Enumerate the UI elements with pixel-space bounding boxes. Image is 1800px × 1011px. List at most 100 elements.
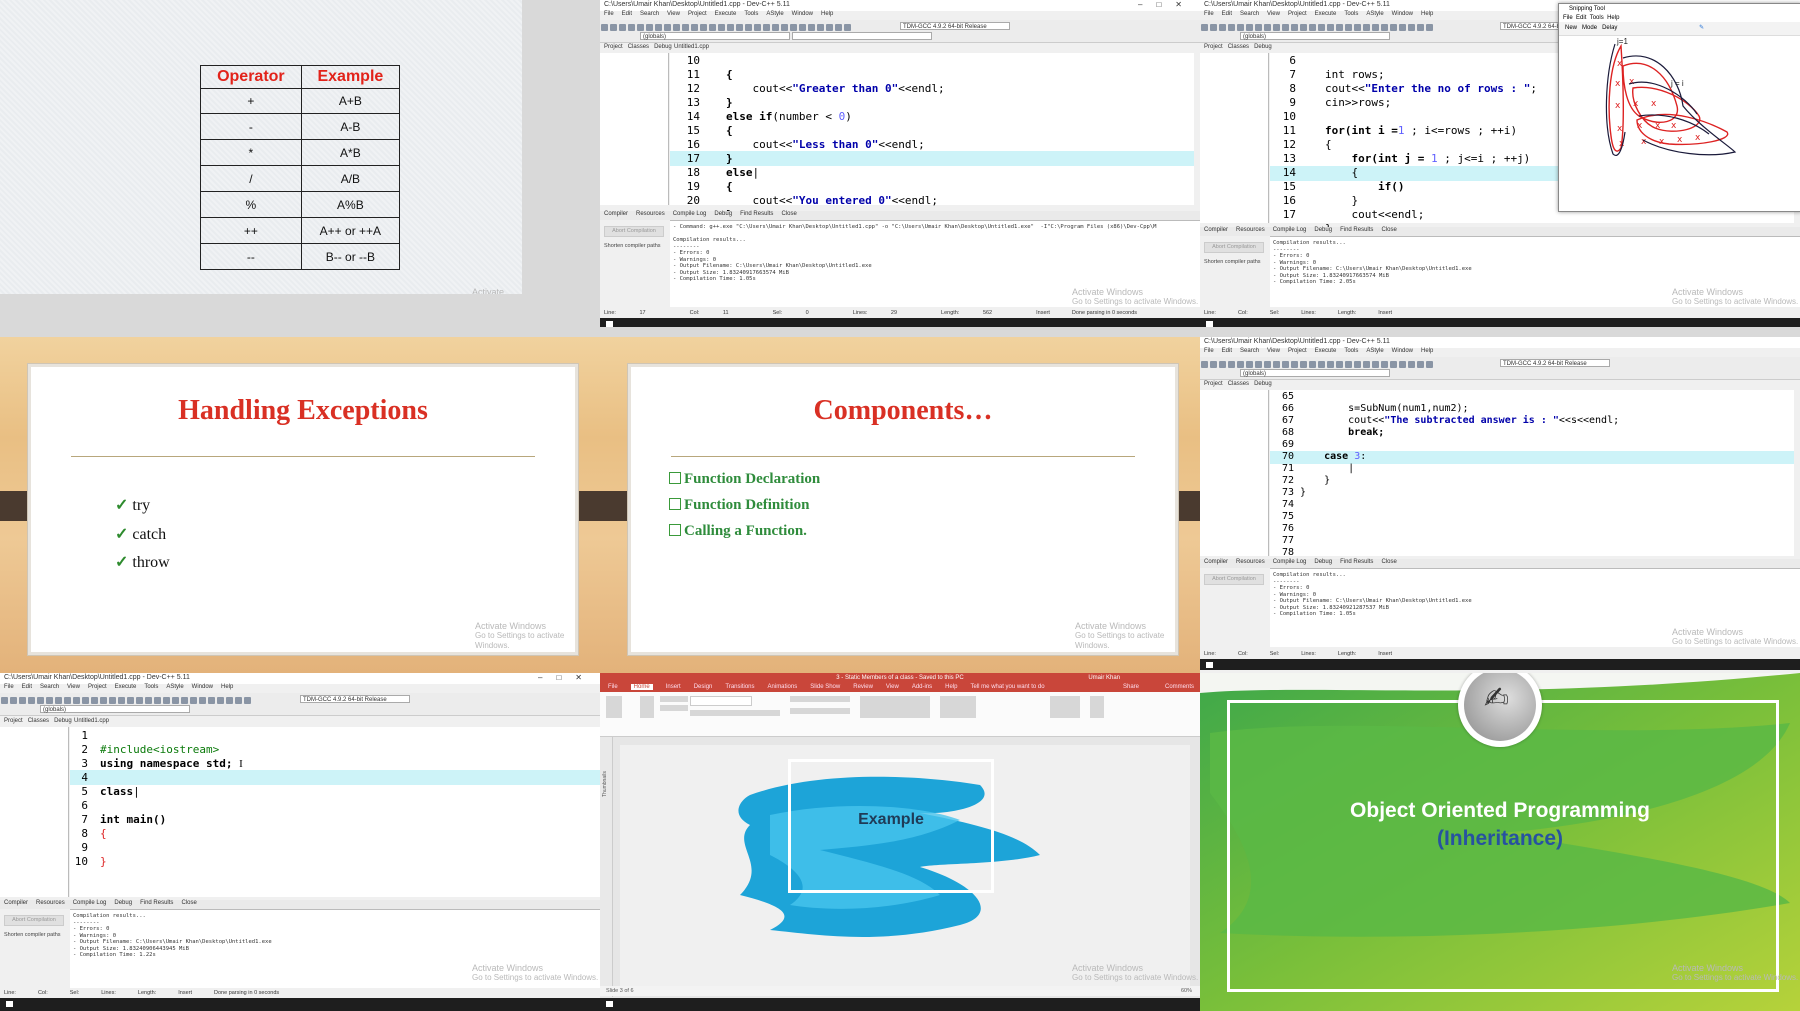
compiler-select[interactable]: TDM-GCC 4.9.2 64-bit Release [300,695,410,703]
menu-astyle[interactable]: AStyle [766,11,783,17]
tab-project[interactable]: Project [1204,381,1223,387]
ribbon-tab-review[interactable]: Review [853,684,873,690]
abort-button[interactable]: Abort Compilation [4,915,64,926]
menu-tools[interactable]: Tools [1344,11,1358,17]
menu-project[interactable]: Project [88,684,107,690]
ribbon-tab-view[interactable]: View [886,684,899,690]
windows-start-icon[interactable] [1206,321,1213,327]
code-editor[interactable]: 1 2 3 4 5 6 7 8 9 10 #include<iostream> using name… [70,727,600,897]
snip-menu-help[interactable]: Help [1607,15,1619,21]
tab-resources[interactable]: Resources [36,900,65,906]
tab-debug[interactable]: Debug [654,44,672,50]
menu-tools[interactable]: Tools [144,684,158,690]
menu-help[interactable]: Help [821,11,833,17]
tab-project[interactable]: Project [604,44,623,50]
tab-find-results[interactable]: Find Results [140,900,173,906]
tab-debug[interactable]: Debug [1254,44,1272,50]
snipping-tool-window[interactable]: Snipping Tool File Edit Tools Help New M… [1558,3,1800,212]
tab-compile-log[interactable]: Compile Log [673,211,707,217]
menu-astyle[interactable]: AStyle [166,684,183,690]
ribbon-tab-addins[interactable]: Add-ins [912,684,932,690]
compiler-select[interactable]: TDM-GCC 4.9.2 64-bit Release [900,22,1010,30]
menu-window[interactable]: Window [1392,348,1413,354]
globals-select[interactable]: (globals) [640,32,790,40]
menu-astyle[interactable]: AStyle [1366,348,1383,354]
file-tab[interactable]: Untitled1.cpp [674,44,709,52]
tab-debug-bottom[interactable]: Debug [114,900,132,906]
ribbon-tab-design[interactable]: Design [694,684,713,690]
tab-find-results[interactable]: Find Results [1340,227,1373,233]
menu-search[interactable]: Search [640,11,659,17]
ribbon-tab-transitions[interactable]: Transitions [725,684,754,690]
left-panel-tabs[interactable]: Project Classes Debug [1204,381,1272,389]
menu-edit[interactable]: Edit [1222,11,1232,17]
snip-menu-tools[interactable]: Tools [1590,15,1604,21]
tab-resources[interactable]: Resources [1236,559,1265,565]
tab-debug-bottom[interactable]: Debug [1314,227,1332,233]
left-panel-tabs[interactable]: Project Classes Debug [4,718,72,726]
snip-delay-button[interactable]: Delay [1602,25,1617,31]
window-controls[interactable]: –□✕ [1138,0,1196,9]
slide-canvas[interactable]: Example [620,745,1190,989]
menu-astyle[interactable]: AStyle [1366,11,1383,17]
menu-window[interactable]: Window [1392,11,1413,17]
ribbon-tab-insert[interactable]: Insert [666,684,681,690]
windows-start-icon[interactable] [6,1001,13,1007]
windows-start-icon[interactable] [606,1001,613,1007]
code-editor[interactable]: 65 66 67 68 69 70 71 72 73 74 75 76 77 78 s=SubNum(nu… [1270,390,1794,558]
tab-project[interactable]: Project [4,718,23,724]
menu-project[interactable]: Project [688,11,707,17]
menu-search[interactable]: Search [40,684,59,690]
menu-execute[interactable]: Execute [1315,11,1337,17]
menu-view[interactable]: View [1267,348,1280,354]
file-tab[interactable]: Untitled1.cpp [74,718,109,726]
menu-edit[interactable]: Edit [22,684,32,690]
menu-tools[interactable]: Tools [744,11,758,17]
menu-project[interactable]: Project [1288,348,1307,354]
ribbon-tab-slideshow[interactable]: Slide Show [810,684,840,690]
tab-close[interactable]: Close [181,900,196,906]
shorten-paths-checkbox[interactable]: Shorten compiler paths [1204,259,1268,265]
menu-view[interactable]: View [67,684,80,690]
tell-me-search[interactable]: Tell me what you want to do [971,684,1045,690]
menu-view[interactable]: View [1267,11,1280,17]
abort-button[interactable]: Abort Compilation [604,226,664,237]
shorten-paths-checkbox[interactable]: Shorten compiler paths [604,243,668,249]
zoom-level[interactable]: 60% [1181,986,1192,996]
tab-classes[interactable]: Classes [1228,44,1249,50]
tab-compile-log[interactable]: Compile Log [1273,559,1307,565]
code-editor[interactable]: 10 11 12 13 14 15 16 17 18 19 20 { cout<<"Greater … [670,53,1194,221]
tab-compiler[interactable]: Compiler [604,211,628,217]
menu-execute[interactable]: Execute [1315,348,1337,354]
tab-close[interactable]: Close [1381,227,1396,233]
ribbon-tab-help[interactable]: Help [945,684,957,690]
pen-icon[interactable]: ✎ [1699,25,1704,31]
tab-classes[interactable]: Classes [28,718,49,724]
tab-compile-log[interactable]: Compile Log [1273,227,1307,233]
tab-debug-bottom[interactable]: Debug [714,211,732,217]
menu-help[interactable]: Help [1421,11,1433,17]
menu-execute[interactable]: Execute [715,11,737,17]
menu-view[interactable]: View [667,11,680,17]
tab-compiler[interactable]: Compiler [1204,559,1228,565]
tab-close[interactable]: Close [781,211,796,217]
globals-select[interactable]: (globals) [1240,32,1390,40]
tab-compiler[interactable]: Compiler [4,900,28,906]
compiler-select[interactable]: TDM-GCC 4.9.2 64-bit Release [1500,359,1610,367]
globals-select[interactable]: (globals) [40,705,190,713]
left-panel-tabs[interactable]: Project Classes Debug [1204,44,1272,52]
tab-find-results[interactable]: Find Results [740,211,773,217]
slide-thumbnails-pane[interactable]: Thumbnails [600,737,613,997]
menu-edit[interactable]: Edit [1222,348,1232,354]
tab-debug-bottom[interactable]: Debug [1314,559,1332,565]
menu-file[interactable]: File [1204,348,1214,354]
snip-menu-file[interactable]: File [1563,15,1573,21]
comments-button[interactable]: Comments [1165,683,1194,692]
menu-execute[interactable]: Execute [115,684,137,690]
snip-menu-edit[interactable]: Edit [1576,15,1586,21]
menu-file[interactable]: File [604,11,614,17]
menu-window[interactable]: Window [792,11,813,17]
menu-search[interactable]: Search [1240,11,1259,17]
ribbon-tab-animations[interactable]: Animations [768,684,798,690]
globals-select[interactable]: (globals) [1240,369,1390,377]
